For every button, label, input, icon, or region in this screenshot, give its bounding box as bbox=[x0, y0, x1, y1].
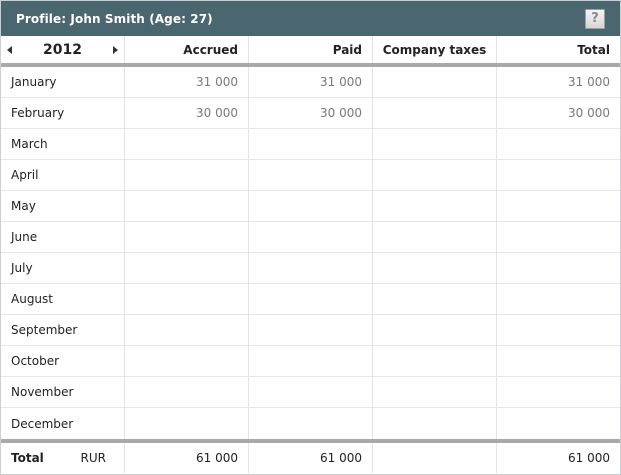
company-taxes-cell[interactable] bbox=[373, 346, 497, 376]
currency-label: RUR bbox=[80, 451, 106, 465]
total-cell[interactable] bbox=[497, 160, 620, 190]
company-taxes-cell[interactable] bbox=[373, 191, 497, 221]
table-row: May bbox=[1, 191, 620, 222]
table-row: March bbox=[1, 129, 620, 160]
accrued-cell[interactable] bbox=[125, 377, 249, 407]
month-label: February bbox=[1, 98, 125, 128]
table-row: September bbox=[1, 315, 620, 346]
total-cell[interactable] bbox=[497, 129, 620, 159]
paid-cell[interactable] bbox=[249, 222, 373, 252]
totals-accrued: 61 000 bbox=[125, 443, 249, 473]
paid-cell[interactable] bbox=[249, 253, 373, 283]
accrued-cell[interactable]: 31 000 bbox=[125, 67, 249, 97]
company-taxes-cell[interactable] bbox=[373, 284, 497, 314]
table-row: November bbox=[1, 377, 620, 408]
table-row: June bbox=[1, 222, 620, 253]
window-title: Profile: John Smith (Age: 27) bbox=[16, 11, 213, 26]
column-header-accrued: Accrued bbox=[125, 36, 249, 63]
column-header-total: Total bbox=[577, 42, 610, 57]
help-button[interactable]: ? bbox=[585, 9, 605, 29]
company-taxes-cell[interactable] bbox=[373, 222, 497, 252]
accrued-cell[interactable] bbox=[125, 284, 249, 314]
totals-label: Total bbox=[11, 451, 44, 465]
total-cell[interactable]: 31 000 bbox=[497, 67, 620, 97]
table-row: December bbox=[1, 408, 620, 439]
accrued-cell[interactable] bbox=[125, 191, 249, 221]
month-label: June bbox=[1, 222, 125, 252]
company-taxes-cell[interactable] bbox=[373, 67, 497, 97]
table-row: October bbox=[1, 346, 620, 377]
month-label: September bbox=[1, 315, 125, 345]
month-label: December bbox=[1, 408, 125, 439]
year-label: 2012 bbox=[43, 41, 82, 58]
column-header-paid: Paid bbox=[249, 36, 373, 63]
month-label: November bbox=[1, 377, 125, 407]
total-cell[interactable] bbox=[497, 191, 620, 221]
accrued-cell[interactable] bbox=[125, 253, 249, 283]
paid-cell[interactable] bbox=[249, 315, 373, 345]
column-header-company-taxes: Company taxes bbox=[373, 36, 497, 63]
totals-total: 61 000 bbox=[568, 451, 610, 465]
company-taxes-cell[interactable] bbox=[373, 377, 497, 407]
table-body: January 31 000 31 000 31 000 February 30 000 3… bbox=[1, 67, 620, 439]
total-cell[interactable] bbox=[497, 408, 620, 439]
paid-cell[interactable] bbox=[249, 346, 373, 376]
total-cell[interactable] bbox=[497, 377, 620, 407]
month-label: May bbox=[1, 191, 125, 221]
month-label: October bbox=[1, 346, 125, 376]
paid-cell[interactable] bbox=[249, 377, 373, 407]
table-row: February 30 000 30 000 30 000 bbox=[1, 98, 620, 129]
paid-cell[interactable] bbox=[249, 284, 373, 314]
total-cell[interactable] bbox=[497, 284, 620, 314]
total-cell[interactable] bbox=[497, 222, 620, 252]
salary-table: 2012 Accrued Paid Company taxes Total Ja… bbox=[1, 36, 620, 473]
table-row: August bbox=[1, 284, 620, 315]
next-year-arrow-icon[interactable] bbox=[113, 45, 118, 54]
accrued-cell[interactable] bbox=[125, 315, 249, 345]
month-label: April bbox=[1, 160, 125, 190]
paid-cell[interactable] bbox=[249, 160, 373, 190]
month-label: August bbox=[1, 284, 125, 314]
company-taxes-cell[interactable] bbox=[373, 98, 497, 128]
accrued-cell[interactable] bbox=[125, 346, 249, 376]
totals-label-cell: Total RUR bbox=[1, 443, 125, 473]
month-label: July bbox=[1, 253, 125, 283]
company-taxes-cell[interactable] bbox=[373, 129, 497, 159]
total-cell[interactable] bbox=[497, 346, 620, 376]
profile-window: Profile: John Smith (Age: 27) ? 2012 Acc… bbox=[0, 0, 621, 475]
totals-row: Total RUR 61 000 61 000 61 000 bbox=[1, 439, 620, 473]
accrued-cell[interactable] bbox=[125, 222, 249, 252]
paid-cell[interactable] bbox=[249, 408, 373, 439]
company-taxes-cell[interactable] bbox=[373, 408, 497, 439]
total-cell[interactable]: 30 000 bbox=[497, 98, 620, 128]
total-cell[interactable] bbox=[497, 253, 620, 283]
company-taxes-cell[interactable] bbox=[373, 253, 497, 283]
month-label: March bbox=[1, 129, 125, 159]
paid-cell[interactable]: 30 000 bbox=[249, 98, 373, 128]
company-taxes-cell[interactable] bbox=[373, 160, 497, 190]
accrued-cell[interactable] bbox=[125, 408, 249, 439]
paid-cell[interactable]: 31 000 bbox=[249, 67, 373, 97]
year-selector: 2012 bbox=[1, 36, 125, 63]
previous-year-arrow-icon[interactable] bbox=[7, 45, 12, 54]
table-row: January 31 000 31 000 31 000 bbox=[1, 67, 620, 98]
paid-cell[interactable] bbox=[249, 191, 373, 221]
paid-cell[interactable] bbox=[249, 129, 373, 159]
accrued-cell[interactable] bbox=[125, 129, 249, 159]
total-cell[interactable] bbox=[497, 315, 620, 345]
accrued-cell[interactable] bbox=[125, 160, 249, 190]
table-header: 2012 Accrued Paid Company taxes Total bbox=[1, 36, 620, 67]
month-label: January bbox=[1, 67, 125, 97]
totals-paid: 61 000 bbox=[249, 443, 373, 473]
title-bar: Profile: John Smith (Age: 27) ? bbox=[1, 1, 620, 36]
company-taxes-cell[interactable] bbox=[373, 315, 497, 345]
accrued-cell[interactable]: 30 000 bbox=[125, 98, 249, 128]
totals-company-taxes bbox=[373, 443, 497, 473]
table-row: April bbox=[1, 160, 620, 191]
table-row: July bbox=[1, 253, 620, 284]
